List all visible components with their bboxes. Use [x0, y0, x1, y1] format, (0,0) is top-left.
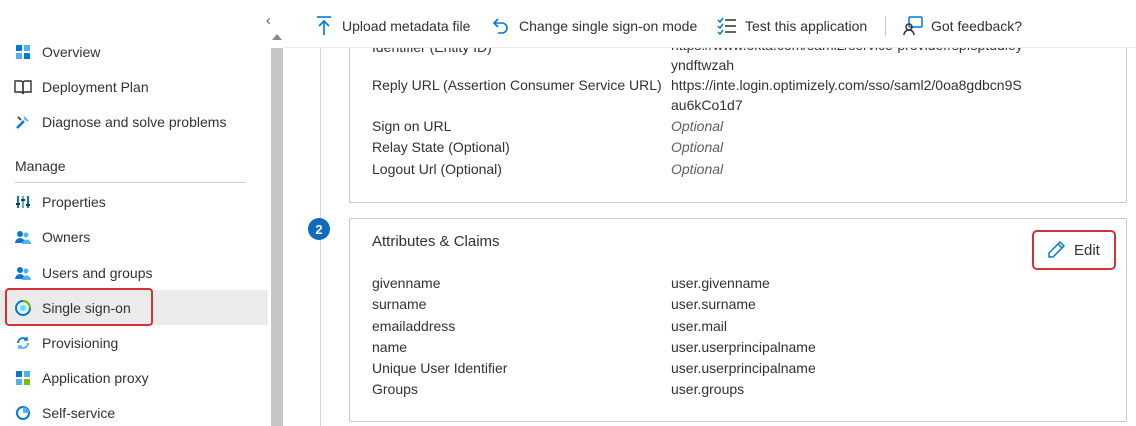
sidebar: Overview Deployment Plan Diagnose and so…: [0, 0, 270, 426]
claim-value: user.groups: [671, 381, 745, 397]
undo-icon: [491, 16, 511, 36]
logout-url-label: Logout Url (Optional): [372, 161, 502, 177]
sidebar-item-diagnose[interactable]: Diagnose and solve problems: [0, 104, 268, 139]
test-application-button[interactable]: Test this application: [717, 14, 867, 38]
upload-metadata-button[interactable]: Upload metadata file: [314, 14, 470, 38]
claim-label: Groups: [372, 381, 418, 397]
claim-value: user.userprincipalname: [671, 360, 816, 376]
wrench-icon: [14, 113, 32, 131]
sidebar-item-label: Deployment Plan: [42, 78, 149, 95]
users-groups-icon: [14, 264, 32, 282]
step-number-badge: 2: [308, 218, 330, 240]
attributes-claims-card: Attributes & Claims givenname user.given…: [349, 218, 1127, 422]
toolbar-separator: [885, 16, 886, 36]
sidebar-item-overview[interactable]: Overview: [0, 34, 268, 69]
sidebar-item-properties[interactable]: Properties: [0, 184, 268, 219]
scroll-up-arrow-icon[interactable]: [272, 34, 282, 40]
sidebar-item-label: Provisioning: [42, 334, 119, 351]
reply-url-value-line1: https://inte.login.optimizely.com/sso/sa…: [671, 77, 1022, 93]
self-service-icon: [14, 404, 32, 422]
sidebar-item-users-groups[interactable]: Users and groups: [0, 255, 268, 290]
feedback-person-icon: [903, 16, 923, 36]
test-application-label: Test this application: [745, 18, 868, 34]
relay-state-value: Optional: [671, 139, 724, 155]
claim-label: name: [372, 339, 408, 355]
claim-label: Unique User Identifier: [372, 360, 508, 376]
relay-state-label: Relay State (Optional): [372, 139, 510, 155]
sidebar-item-application-proxy[interactable]: Application proxy: [0, 360, 268, 395]
sidebar-item-provisioning[interactable]: Provisioning: [0, 325, 268, 360]
change-sso-mode-button[interactable]: Change single sign-on mode: [491, 14, 697, 38]
sidebar-item-self-service[interactable]: Self-service: [0, 395, 268, 426]
sign-on-url-value: Optional: [671, 118, 724, 134]
provisioning-icon: [14, 334, 32, 352]
scrollbar-thumb[interactable]: [271, 48, 283, 426]
feedback-label: Got feedback?: [931, 18, 1023, 34]
sidebar-item-label: Self-service: [42, 404, 116, 421]
app-proxy-icon: [14, 369, 32, 387]
owners-people-icon: [14, 228, 32, 246]
identifier-value-line2: yndftwzah: [671, 57, 735, 73]
claim-value: user.mail: [671, 318, 728, 334]
properties-bars-icon: [14, 193, 32, 211]
edit-attributes-button[interactable]: Edit: [1032, 230, 1116, 270]
single-sign-on-highlight: [5, 288, 153, 326]
claim-label: surname: [372, 296, 427, 312]
claim-value: user.surname: [671, 296, 756, 312]
checklist-icon: [717, 16, 737, 36]
book-icon: [14, 78, 32, 96]
overview-grid-icon: [14, 43, 32, 61]
claim-label: emailaddress: [372, 318, 456, 334]
upload-icon: [314, 16, 334, 36]
reply-url-label: Reply URL (Assertion Consumer Service UR…: [372, 77, 662, 93]
section-divider: [15, 182, 246, 183]
sidebar-item-label: Users and groups: [42, 264, 153, 281]
basic-saml-configuration-card: Identifier (Entity ID) https://www.okta.…: [349, 30, 1127, 203]
pencil-icon: [1046, 240, 1066, 260]
sidebar-item-label: Diagnose and solve problems: [42, 113, 227, 130]
manage-section-title: Manage: [15, 158, 66, 174]
sign-on-url-label: Sign on URL: [372, 118, 452, 134]
edit-label: Edit: [1074, 241, 1100, 259]
upload-metadata-label: Upload metadata file: [342, 18, 471, 34]
sidebar-item-owners[interactable]: Owners: [0, 219, 268, 254]
claim-value: user.userprincipalname: [671, 339, 816, 355]
sidebar-item-deployment-plan[interactable]: Deployment Plan: [0, 69, 268, 104]
sidebar-item-label: Application proxy: [42, 369, 149, 386]
sidebar-item-label: Overview: [42, 43, 101, 60]
feedback-button[interactable]: Got feedback?: [903, 14, 1022, 38]
attributes-claims-title: Attributes & Claims: [372, 233, 500, 250]
sidebar-item-label: Properties: [42, 193, 106, 210]
sidebar-item-label: Owners: [42, 228, 91, 245]
logout-url-value: Optional: [671, 161, 724, 177]
claim-label: givenname: [372, 275, 441, 291]
reply-url-value-line2: au6kCo1d7: [671, 97, 743, 113]
change-sso-mode-label: Change single sign-on mode: [519, 18, 698, 34]
claim-value: user.givenname: [671, 275, 770, 291]
